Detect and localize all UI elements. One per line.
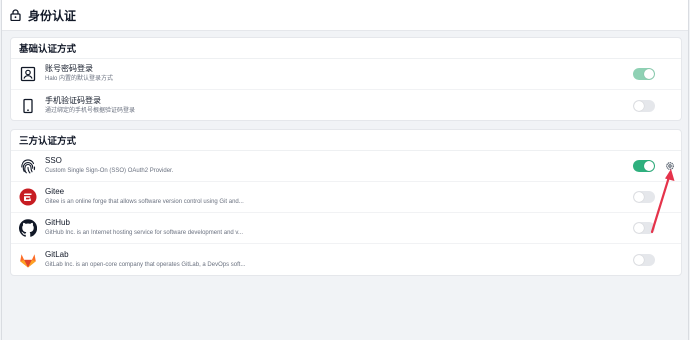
auth-item-password: 账号密码登录 Halo 内置的默认登录方式 bbox=[11, 59, 681, 90]
id-card-icon bbox=[19, 65, 37, 83]
gitee-toggle[interactable] bbox=[633, 191, 655, 203]
sso-toggle[interactable] bbox=[633, 160, 655, 172]
auth-item-sso: SSO Custom Single Sign-On (SSO) OAuth2 P… bbox=[11, 151, 681, 182]
password-login-toggle[interactable] bbox=[633, 68, 655, 80]
auth-item-desc: Halo 内置的默认登录方式 bbox=[45, 76, 114, 82]
basic-auth-title: 基础认证方式 bbox=[11, 38, 681, 59]
auth-item-name: 账号密码登录 bbox=[45, 64, 93, 73]
github-logo-icon bbox=[19, 219, 37, 237]
auth-item-name: SSO bbox=[45, 156, 62, 165]
third-party-auth-card: 三方认证方式 SSO Custom Single Sign-On (SSO) O… bbox=[10, 129, 682, 276]
auth-item-github: GitHub GitHub Inc. is an Internet hostin… bbox=[11, 213, 681, 244]
github-toggle[interactable] bbox=[633, 222, 655, 234]
auth-item-name: Gitee bbox=[45, 187, 65, 196]
auth-item-gitee: Gitee Gitee is an online forge that allo… bbox=[11, 182, 681, 213]
auth-item-desc: GitLab Inc. is an open-core company that… bbox=[45, 261, 246, 268]
sso-settings-gear-icon[interactable] bbox=[665, 161, 675, 171]
auth-item-name: GitLab bbox=[45, 249, 69, 259]
fingerprint-icon bbox=[19, 157, 37, 175]
auth-item-desc: Gitee is an online forge that allows sof… bbox=[45, 199, 244, 205]
basic-auth-card: 基础认证方式 账号密码登录 Halo 内置的默认登录方式 手机验证码登录 通过绑… bbox=[10, 37, 682, 121]
auth-item-desc: Custom Single Sign-On (SSO) OAuth2 Provi… bbox=[45, 168, 174, 174]
phone-icon bbox=[19, 97, 37, 115]
lock-icon bbox=[10, 9, 22, 21]
gitlab-toggle[interactable] bbox=[633, 253, 655, 266]
gitlab-logo-icon bbox=[19, 251, 37, 269]
auth-item-name: GitHub bbox=[45, 218, 70, 227]
auth-item-sms: 手机验证码登录 通过绑定的手机号根据验证码登录 bbox=[11, 90, 681, 120]
sms-login-toggle[interactable] bbox=[633, 99, 655, 112]
auth-item-gitlab: GitLab GitLab Inc. is an open-core compa… bbox=[11, 244, 681, 275]
third-party-auth-title: 三方认证方式 bbox=[11, 130, 681, 151]
auth-item-desc: GitHub Inc. is an Internet hosting servi… bbox=[45, 230, 243, 236]
app-frame: 身份认证 基础认证方式 账号密码登录 Halo 内置的默认登录方式 手机验证码登… bbox=[1, 0, 689, 340]
gitee-logo-icon bbox=[19, 188, 37, 206]
auth-item-desc: 通过绑定的手机号根据验证码登录 bbox=[45, 107, 136, 114]
auth-item-name: 手机验证码登录 bbox=[45, 95, 101, 105]
page-title: 身份认证 bbox=[28, 8, 77, 23]
page-header: 身份认证 bbox=[2, 0, 688, 31]
